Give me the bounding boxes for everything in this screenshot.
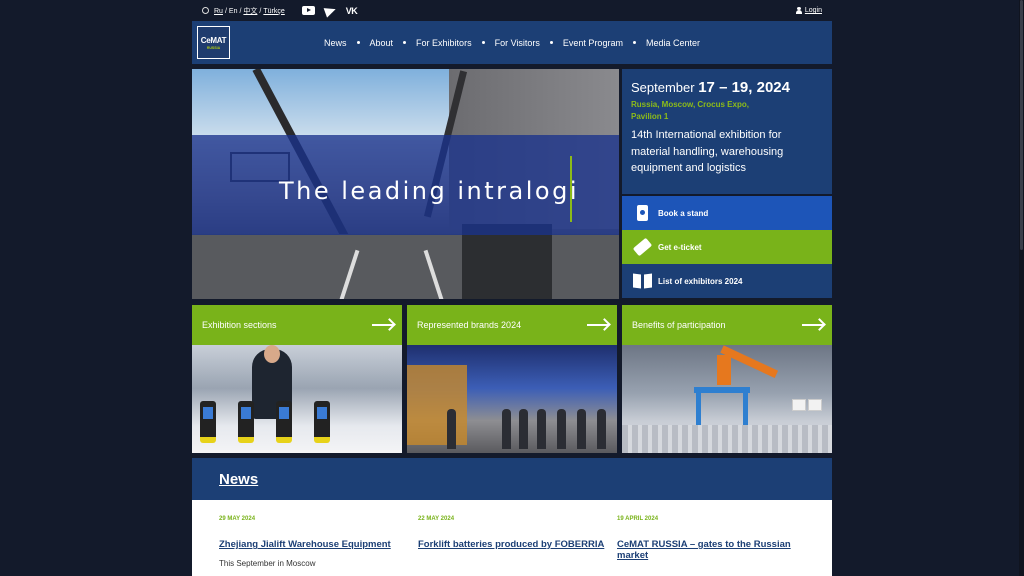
hero-floor [192, 234, 619, 299]
globe-icon [202, 7, 209, 14]
ticket-icon [632, 237, 652, 257]
arrow-right-icon [802, 320, 824, 330]
logo-sub: RUSSIA [206, 45, 221, 50]
news-headline[interactable]: Forklift batteries produced by FOBERRIA [418, 539, 608, 550]
event-location-line1: Russia, Moscow, Crocus Expo, [631, 100, 749, 109]
event-description: 14th International exhibition for materi… [631, 129, 784, 174]
book-stand-button[interactable]: Book a stand [622, 196, 832, 230]
event-info: September 17 – 19, 2024 Russia, Moscow, … [622, 69, 832, 194]
language-switcher: Ru / En / 中文 / Türkçe [214, 7, 285, 15]
event-month: September [631, 80, 695, 95]
social-links: VK [301, 3, 358, 18]
event-location-line2: Pavilion 1 [631, 112, 669, 121]
logo-name: CeMAT [200, 35, 227, 45]
card-exhibition-sections[interactable]: Exhibition sections [192, 305, 402, 453]
exhibitors-list-label: List of exhibitors 2024 [658, 276, 743, 286]
card-represented-brands[interactable]: Represented brands 2024 [407, 305, 617, 453]
news-list: 29 MAY 2024 Zhejiang Jialift Warehouse E… [192, 500, 832, 576]
card-title: Exhibition sections [202, 320, 277, 330]
typing-caret [570, 156, 572, 222]
scrollbar-thumb[interactable] [1020, 0, 1023, 250]
event-location: Russia, Moscow, Crocus Expo, Pavilion 1 [631, 99, 823, 123]
lang-ru[interactable]: Ru [214, 8, 223, 15]
book-stand-label: Book a stand [658, 208, 709, 218]
news-item: 19 APRIL 2024 CeMAT RUSSIA – gates to th… [617, 516, 807, 561]
nav-item-news[interactable]: News [324, 38, 347, 48]
lang-zh[interactable]: 中文 [243, 8, 257, 15]
card-header[interactable]: Benefits of participation [622, 305, 832, 345]
news-headline[interactable]: CeMAT RUSSIA – gates to the Russian mark… [617, 539, 807, 561]
nav-separator [549, 41, 553, 44]
news-item: 29 MAY 2024 Zhejiang Jialift Warehouse E… [219, 516, 409, 568]
news-item: 22 MAY 2024 Forklift batteries produced … [418, 516, 608, 550]
nav-item-for-exhibitors[interactable]: For Exhibitors [416, 38, 472, 48]
news-header: News [192, 458, 832, 500]
nav-menu: News About For Exhibitors For Visitors E… [324, 38, 700, 48]
nav-separator [403, 41, 407, 44]
user-icon [795, 7, 802, 14]
lang-tr[interactable]: Türkçe [263, 8, 284, 15]
nav-separator [356, 41, 360, 44]
card-image[interactable] [622, 345, 832, 453]
nav-separator [481, 41, 485, 44]
news-date: 29 MAY 2024 [219, 516, 256, 522]
news-date: 22 MAY 2024 [418, 516, 455, 522]
login-link[interactable]: Login [795, 7, 822, 14]
nav-item-about[interactable]: About [370, 38, 394, 48]
card-benefits[interactable]: Benefits of participation [622, 305, 832, 453]
lang-en[interactable]: En [229, 8, 238, 15]
hero-headline: The leading intralogi [279, 177, 579, 205]
news-date: 19 APRIL 2024 [617, 516, 659, 522]
hero-machine [462, 224, 552, 299]
exhibitors-list-button[interactable]: List of exhibitors 2024 [622, 264, 832, 298]
arrow-right-icon [587, 320, 609, 330]
event-days: 17 – 19, 2024 [698, 79, 790, 96]
hero-banner: The leading intralogi [192, 69, 619, 299]
nav-item-media-center[interactable]: Media Center [646, 38, 700, 48]
page-scrollbar[interactable] [1019, 0, 1024, 576]
card-image[interactable] [407, 345, 617, 453]
card-title: Benefits of participation [632, 320, 726, 330]
nav-item-event-program[interactable]: Event Program [563, 38, 623, 48]
telegram-icon[interactable] [323, 3, 338, 18]
main-nav: CeMAT RUSSIA News About For Exhibitors F… [192, 21, 832, 64]
nav-separator [632, 41, 636, 44]
badge-icon [632, 203, 652, 223]
login-label: Login [804, 7, 822, 14]
youtube-icon[interactable] [301, 6, 315, 15]
card-title: Represented brands 2024 [417, 320, 522, 330]
event-date: September 17 – 19, 2024 [631, 79, 823, 96]
card-header[interactable]: Exhibition sections [192, 305, 402, 345]
cemat-logo[interactable]: CeMAT RUSSIA [197, 26, 230, 59]
get-eticket-button[interactable]: Get e-ticket [622, 230, 832, 264]
vk-icon[interactable]: VK [346, 6, 358, 16]
news-excerpt: This September in Moscow [219, 559, 316, 568]
card-image[interactable] [192, 345, 402, 453]
news-headline[interactable]: Zhejiang Jialift Warehouse Equipment [219, 539, 409, 550]
news-title[interactable]: News [219, 471, 258, 488]
arrow-right-icon [372, 320, 394, 330]
top-bar: Ru / En / 中文 / Türkçe VK Login [192, 0, 832, 21]
book-icon [632, 271, 652, 291]
get-eticket-label: Get e-ticket [658, 242, 702, 252]
card-header[interactable]: Represented brands 2024 [407, 305, 617, 345]
nav-item-for-visitors[interactable]: For Visitors [495, 38, 540, 48]
